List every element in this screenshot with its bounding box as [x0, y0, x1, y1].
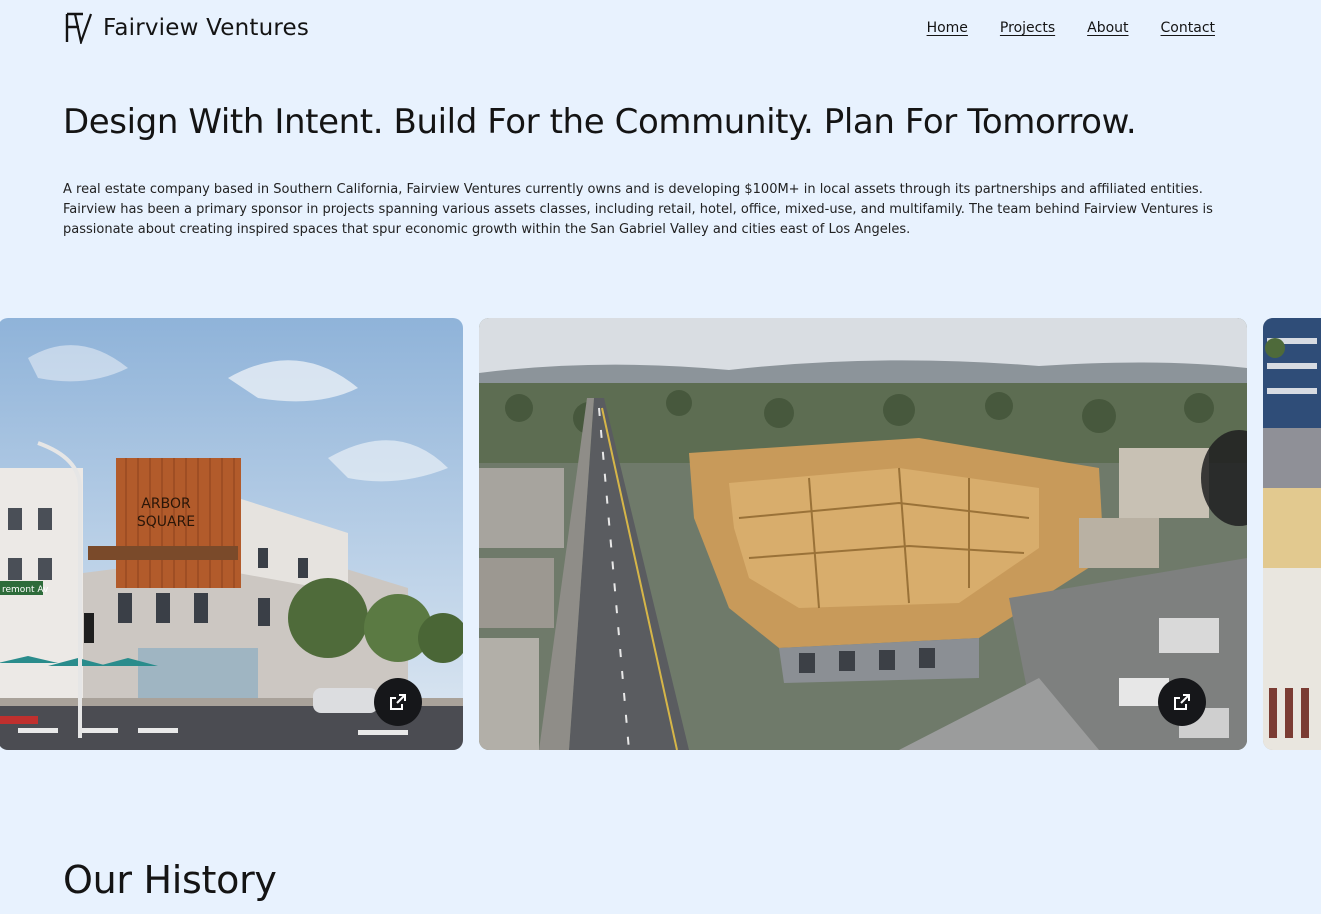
street-sign-text: remont Av	[2, 585, 49, 595]
project-slide-partial[interactable]	[1263, 318, 1321, 750]
construction-aerial-photo	[479, 318, 1247, 750]
brand-name: Fairview Ventures	[103, 15, 310, 41]
open-project-button[interactable]	[1158, 678, 1206, 726]
arbor-square-sign-line1: ARBOR	[141, 496, 191, 512]
brand-link[interactable]: Fairview Ventures	[63, 12, 309, 44]
external-link-icon	[1174, 694, 1190, 710]
project-slide-construction-aerial[interactable]	[479, 318, 1247, 750]
project-slide-arbor-square[interactable]: ARBOR SQUARE remont Av	[0, 318, 463, 750]
hero-intro: A real estate company based in Southern …	[63, 182, 1213, 237]
page: Fairview Ventures Home Projects About Co…	[0, 0, 1321, 914]
nav-about-link[interactable]: About	[1087, 20, 1128, 36]
main-nav: Home Projects About Contact	[927, 20, 1215, 36]
nav-home-link[interactable]: Home	[927, 20, 968, 36]
arbor-square-sign-line2: SQUARE	[137, 514, 195, 530]
project-photo-partial	[1263, 318, 1321, 750]
nav-contact-link[interactable]: Contact	[1161, 20, 1215, 36]
open-project-button[interactable]	[374, 678, 422, 726]
fv-monogram-icon	[65, 12, 93, 44]
nav-projects-link[interactable]: Projects	[1000, 20, 1055, 36]
site-header: Fairview Ventures Home Projects About Co…	[63, 8, 1215, 48]
history-heading: Our History	[63, 858, 277, 902]
external-link-icon	[390, 694, 406, 710]
hero-headline: Design With Intent. Build For the Commun…	[63, 102, 1137, 142]
projects-carousel[interactable]: ARBOR SQUARE remont Av	[0, 318, 1321, 750]
